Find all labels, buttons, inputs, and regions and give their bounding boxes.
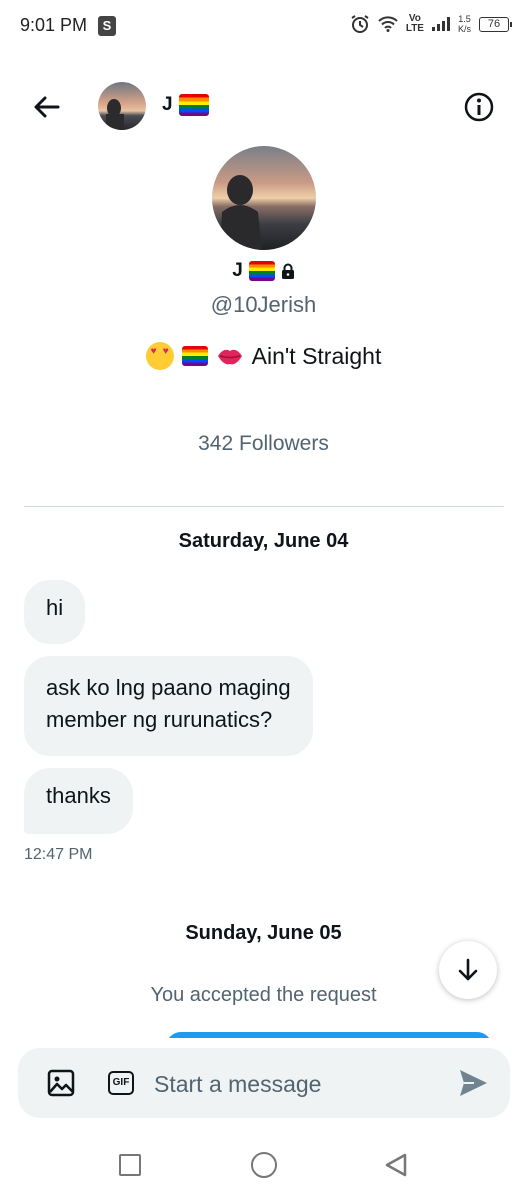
signal-icon [431, 17, 450, 31]
message-text: thanks [46, 783, 111, 808]
profile-name-text: J [232, 260, 243, 281]
send-icon [460, 1070, 487, 1096]
profile-bio: Ain't Straight [0, 342, 527, 370]
profile-bio-text: Ain't Straight [251, 342, 382, 369]
status-indicators: Vo LTE 1.5 K/s 76 [350, 14, 512, 34]
home-button[interactable] [251, 1152, 277, 1178]
divider [24, 506, 504, 507]
message-input[interactable] [154, 1064, 434, 1104]
rainbow-flag-icon [181, 346, 208, 366]
rainbow-flag-icon [178, 94, 209, 116]
date-label: Saturday, June 04 [178, 530, 349, 552]
header-avatar[interactable] [98, 82, 146, 130]
profile-handle[interactable]: @10Jerish [0, 292, 527, 318]
battery-icon: 76 [479, 16, 512, 32]
message-timestamp: 12:47 PM [24, 846, 93, 863]
date-label: Sunday, June 05 [185, 922, 342, 944]
send-button[interactable] [456, 1066, 490, 1100]
arrow-down-icon [458, 958, 478, 981]
message-text-line: member ng rurunatics? [46, 707, 273, 732]
conversation-header: J [0, 76, 527, 136]
volte-indicator: Vo LTE [406, 14, 424, 34]
system-nav-bar [0, 1130, 527, 1200]
lock-icon [281, 263, 294, 279]
rainbow-flag-icon [248, 261, 275, 281]
status-time: 9:01 PM [20, 15, 88, 35]
back-button[interactable] [30, 90, 64, 124]
volte-bottom: LTE [405, 23, 424, 34]
status-bar: 9:01 PM S Vo LTE 1.5 K/s 76 [0, 0, 527, 56]
header-name-text: J [162, 94, 173, 115]
scroll-down-button[interactable] [439, 941, 497, 999]
system-back-button[interactable] [383, 1152, 409, 1178]
message-composer: GIF [18, 1048, 510, 1118]
alarm-icon [350, 14, 370, 34]
back-arrow-icon [34, 96, 60, 118]
speed-unit: K/s [457, 24, 471, 34]
profile-name: J [0, 260, 527, 282]
followers-count[interactable]: 342 Followers [0, 432, 527, 456]
info-icon [464, 92, 494, 122]
message-text-line: ask ko lng paano maging [46, 675, 291, 700]
speed-value: 1.5 [458, 14, 471, 24]
info-button[interactable] [463, 91, 495, 123]
message-bubble[interactable]: hi [24, 580, 86, 644]
shop-notification-icon: S [98, 16, 116, 36]
header-name[interactable]: J [162, 94, 209, 116]
kiss-lips-icon [217, 349, 242, 365]
message-bubble[interactable]: thanks [24, 768, 133, 834]
message-text: hi [46, 595, 64, 620]
profile-avatar[interactable] [212, 146, 316, 250]
image-icon [47, 1069, 75, 1097]
gif-button[interactable]: GIF [108, 1071, 134, 1095]
media-button[interactable] [46, 1068, 76, 1098]
network-speed: 1.5 K/s [458, 14, 471, 34]
recents-button[interactable] [119, 1154, 141, 1176]
message-bubble[interactable]: ask ko lng paano maging member ng ruruna… [24, 656, 313, 756]
heart-eyes-emoji-icon [145, 342, 174, 370]
wifi-icon [378, 16, 398, 32]
